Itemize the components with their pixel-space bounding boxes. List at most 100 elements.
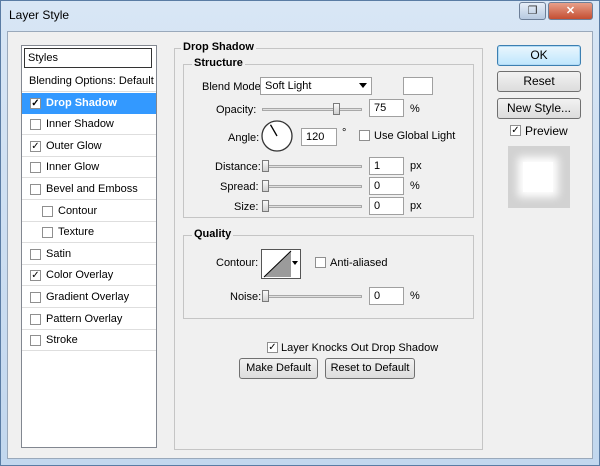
- opacity-slider[interactable]: [262, 103, 362, 115]
- restore-button[interactable]: ❐: [519, 2, 546, 20]
- spread-slider[interactable]: [262, 180, 362, 192]
- distance-input[interactable]: 1: [369, 157, 404, 175]
- contour-label: Contour:: [216, 257, 259, 269]
- contour-curve-icon: [263, 250, 292, 278]
- style-item-checkbox[interactable]: [30, 248, 41, 260]
- opacity-slider-thumb[interactable]: [332, 103, 340, 115]
- style-item-checkbox[interactable]: ✓: [30, 140, 41, 152]
- distance-unit: px: [410, 160, 422, 172]
- style-item-label: Outer Glow: [46, 139, 102, 152]
- style-item-label: Contour: [58, 204, 98, 217]
- distance-label: Distance:: [215, 161, 261, 173]
- reset-to-default-button[interactable]: Reset to Default: [325, 358, 415, 379]
- style-item-label: Color Overlay: [46, 269, 114, 282]
- chevron-down-icon: [359, 83, 367, 88]
- size-label: Size:: [234, 201, 259, 213]
- style-item-checkbox[interactable]: [30, 184, 41, 195]
- dialog-body: Styles Blending Options: Default ✓ Drop Sh…: [7, 31, 593, 459]
- style-item[interactable]: Inner Glow: [22, 157, 156, 179]
- angle-dial[interactable]: [261, 120, 293, 152]
- blend-mode-select[interactable]: Soft Light: [260, 77, 372, 95]
- size-slider-thumb[interactable]: [262, 200, 269, 212]
- distance-slider[interactable]: [262, 160, 362, 172]
- style-item-checkbox[interactable]: [30, 313, 41, 325]
- style-item[interactable]: ✓ Drop Shadow: [22, 92, 156, 114]
- style-item[interactable]: Satin: [22, 244, 156, 265]
- style-item-label: Bevel and Emboss: [46, 183, 138, 195]
- use-global-light-label[interactable]: Use Global Light: [374, 130, 455, 142]
- opacity-unit: %: [410, 103, 420, 115]
- contour-picker[interactable]: [261, 249, 301, 279]
- style-item[interactable]: Inner Shadow: [22, 114, 156, 136]
- angle-input[interactable]: 120: [301, 128, 337, 146]
- anti-aliased-label[interactable]: Anti-aliased: [330, 257, 387, 269]
- knocks-out-checkbox[interactable]: ✓: [267, 342, 278, 353]
- style-item-label: Texture: [58, 226, 95, 239]
- style-item[interactable]: ✓ Outer Glow: [22, 136, 156, 157]
- window-title: Layer Style: [9, 8, 70, 22]
- new-style-button[interactable]: New Style...: [497, 98, 581, 119]
- noise-slider[interactable]: [262, 290, 362, 302]
- size-input[interactable]: 0: [369, 197, 404, 215]
- ok-button[interactable]: OK: [497, 45, 581, 66]
- style-item[interactable]: Bevel and Emboss: [22, 179, 156, 200]
- style-item[interactable]: Gradient Overlay: [22, 287, 156, 308]
- structure-group: Structure Blend Mode: Soft Light Opacity…: [183, 57, 474, 218]
- style-item-label: Gradient Overlay: [46, 291, 130, 303]
- style-item-checkbox[interactable]: [42, 205, 53, 217]
- style-preview-swatch: [508, 146, 570, 208]
- opacity-input[interactable]: 75: [369, 99, 404, 117]
- preview-checkbox[interactable]: ✓: [510, 125, 521, 136]
- spread-input[interactable]: 0: [369, 177, 404, 195]
- style-item-label: Drop Shadow: [46, 96, 117, 109]
- style-item[interactable]: Stroke: [22, 330, 156, 352]
- make-default-button[interactable]: Make Default: [239, 358, 318, 379]
- title-bar[interactable]: Layer Style ❐ ✕: [1, 1, 599, 29]
- angle-unit: °: [342, 127, 347, 139]
- style-item[interactable]: ✓ Color Overlay: [22, 265, 156, 287]
- anti-aliased-checkbox[interactable]: [315, 257, 326, 268]
- style-item[interactable]: Blending Options: Default: [22, 71, 156, 92]
- style-item-checkbox[interactable]: [30, 119, 41, 131]
- style-item-label: Pattern Overlay: [46, 312, 123, 325]
- style-item-label: Blending Options: Default: [29, 75, 154, 87]
- style-item-checkbox[interactable]: [30, 162, 41, 174]
- use-global-light-checkbox[interactable]: [359, 130, 370, 141]
- drop-shadow-title: Drop Shadow: [181, 41, 256, 53]
- style-item-checkbox[interactable]: [42, 227, 53, 239]
- style-item[interactable]: Texture: [22, 222, 156, 244]
- chevron-down-icon: [292, 261, 298, 265]
- knocks-out-label[interactable]: Layer Knocks Out Drop Shadow: [281, 342, 438, 354]
- style-item-label: Inner Shadow: [46, 118, 114, 131]
- size-slider[interactable]: [262, 200, 362, 212]
- distance-slider-thumb[interactable]: [262, 160, 269, 172]
- style-item[interactable]: Contour: [22, 201, 156, 222]
- style-item-checkbox[interactable]: [30, 335, 41, 347]
- opacity-label: Opacity:: [216, 104, 257, 116]
- shadow-color-swatch[interactable]: [403, 77, 433, 95]
- style-item-checkbox[interactable]: [30, 292, 41, 303]
- styles-list: Styles Blending Options: Default ✓ Drop Sh…: [21, 45, 157, 448]
- style-item-label: Satin: [46, 247, 72, 260]
- close-button[interactable]: ✕: [548, 2, 593, 20]
- quality-group: Quality Contour: Anti-aliased Noise: 0 %: [183, 228, 474, 319]
- style-item-label: Inner Glow: [46, 161, 100, 174]
- style-item-checkbox[interactable]: ✓: [30, 97, 41, 109]
- angle-dial-icon: [261, 120, 293, 152]
- noise-slider-thumb[interactable]: [262, 290, 269, 302]
- noise-input[interactable]: 0: [369, 287, 404, 305]
- quality-title: Quality: [192, 228, 234, 240]
- spread-label: Spread:: [220, 181, 259, 193]
- spread-unit: %: [410, 180, 420, 192]
- style-item[interactable]: Pattern Overlay: [22, 309, 156, 330]
- styles-header[interactable]: Styles: [24, 48, 152, 68]
- preview-glow-square: [523, 162, 553, 192]
- style-item-checkbox[interactable]: ✓: [30, 270, 41, 282]
- spread-slider-thumb[interactable]: [262, 180, 269, 192]
- preview-label[interactable]: Preview: [525, 124, 568, 138]
- style-item-label: Stroke: [46, 334, 78, 347]
- size-unit: px: [410, 200, 422, 212]
- reset-button[interactable]: Reset: [497, 71, 581, 92]
- layer-style-dialog: Layer Style ❐ ✕ Styles Blending Options:…: [0, 0, 600, 466]
- structure-title: Structure: [192, 57, 245, 69]
